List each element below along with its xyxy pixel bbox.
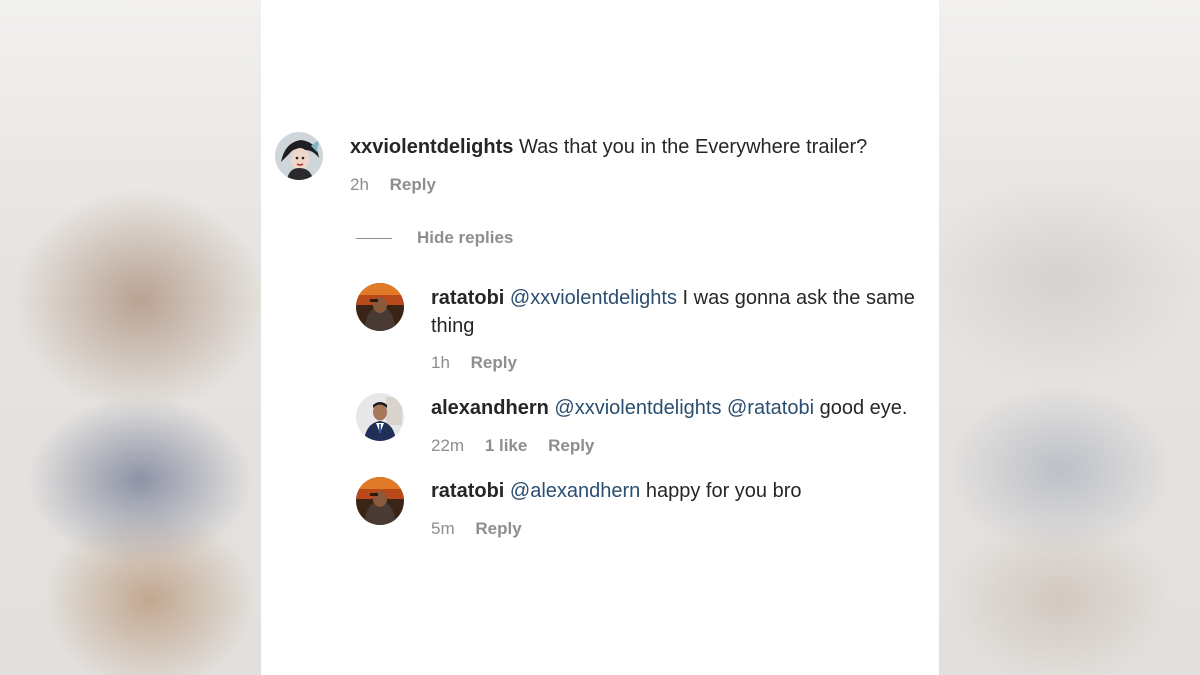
likes-count[interactable]: 1 like <box>485 436 528 455</box>
reply-body: good eye. <box>819 397 908 419</box>
username[interactable]: ratatobi <box>431 287 504 309</box>
comments-panel: xxviolentdelights Was that you in the Ev… <box>261 0 939 675</box>
mention-link[interactable]: @xxviolentdelights @ratatobi <box>554 397 814 419</box>
comment-text: xxviolentdelights Was that you in the Ev… <box>350 133 920 161</box>
reply-meta: 5m Reply <box>431 519 538 539</box>
mention-link[interactable]: @alexandhern <box>510 480 640 502</box>
divider-line <box>356 237 392 239</box>
username[interactable]: ratatobi <box>431 480 504 502</box>
timestamp: 22m <box>431 436 465 455</box>
comment-body: Was that you in the Everywhere trailer? <box>518 136 868 158</box>
reply-meta: 1h Reply <box>431 353 533 373</box>
avatar[interactable] <box>275 132 323 180</box>
username[interactable]: xxviolentdelights <box>350 136 513 158</box>
avatar[interactable] <box>356 393 404 441</box>
reply-text: ratatobi @alexandhern happy for you bro <box>431 477 933 505</box>
reply-button[interactable]: Reply <box>471 353 517 372</box>
hide-replies-button[interactable]: Hide replies <box>356 226 513 250</box>
reply-button[interactable]: Reply <box>390 175 436 194</box>
reply-button[interactable]: Reply <box>548 436 594 455</box>
reply-text: alexandhern @xxviolentdelights @ratatobi… <box>431 394 933 422</box>
hide-replies-label: Hide replies <box>417 228 514 247</box>
mention-link[interactable]: @xxviolentdelights <box>510 287 677 309</box>
timestamp: 5m <box>431 519 455 538</box>
timestamp: 1h <box>431 353 450 372</box>
reply-body: happy for you bro <box>645 480 802 502</box>
reply-meta: 22m 1 like Reply <box>431 436 610 456</box>
reply-button[interactable]: Reply <box>475 519 521 538</box>
avatar[interactable] <box>356 283 404 331</box>
comment-meta: 2h Reply <box>350 175 452 195</box>
reply-text: ratatobi @xxviolentdelights I was gonna … <box>431 284 933 340</box>
avatar[interactable] <box>356 477 404 525</box>
username[interactable]: alexandhern <box>431 397 549 419</box>
timestamp: 2h <box>350 175 369 194</box>
